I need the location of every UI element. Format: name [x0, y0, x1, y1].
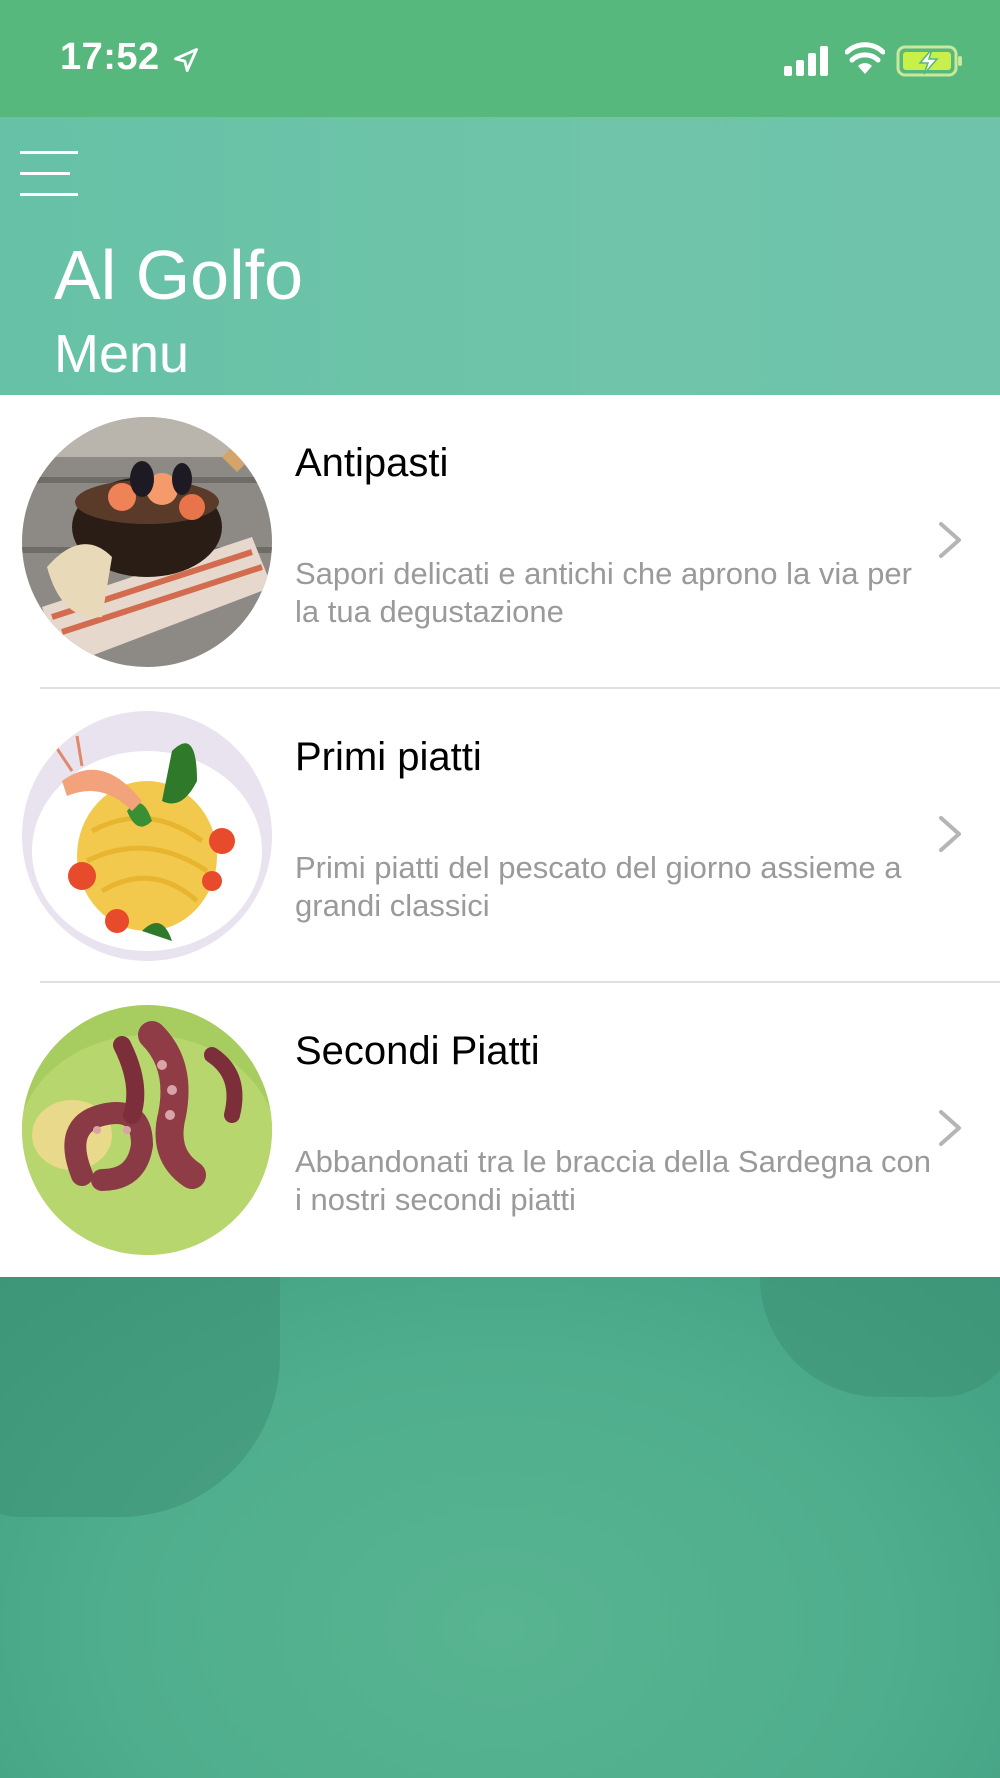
antipasti-thumbnail	[22, 417, 272, 667]
hamburger-menu-icon[interactable]	[20, 151, 80, 199]
signal-icon	[784, 46, 828, 76]
primi-piatti-thumbnail	[22, 711, 272, 961]
menu-item-title: Antipasti	[295, 441, 449, 485]
chevron-right-icon	[939, 816, 961, 852]
status-bar: 17:52	[0, 0, 1000, 117]
menu-item-secondi-piatti[interactable]: Secondi Piatti Abbandonati tra le bracci…	[0, 983, 1000, 1276]
menu-item-primi-piatti[interactable]: Primi piatti Primi piatti del pescato de…	[0, 689, 1000, 983]
battery-charging-icon	[896, 45, 962, 77]
secondi-piatti-thumbnail	[22, 1005, 272, 1255]
background-image	[0, 1277, 1000, 1778]
wifi-icon	[845, 42, 885, 74]
menu-item-description: Primi piatti del pescato del giorno assi…	[295, 850, 902, 923]
header: Al Golfo Menu	[0, 117, 1000, 395]
chevron-right-icon	[939, 522, 961, 558]
menu-item-description: Sapori delicati e antichi che aprono la …	[295, 556, 912, 629]
menu-item-antipasti[interactable]: Antipasti Sapori delicati e antichi che …	[0, 395, 1000, 689]
restaurant-name: Al Golfo	[54, 236, 303, 314]
location-arrow-icon	[174, 48, 198, 72]
chevron-right-icon	[939, 1110, 961, 1146]
menu-item-title: Primi piatti	[295, 735, 482, 779]
status-time: 17:52	[60, 36, 160, 78]
menu-category-list: Antipasti Sapori delicati e antichi che …	[0, 395, 1000, 1277]
menu-item-title: Secondi Piatti	[295, 1029, 540, 1073]
page-subtitle: Menu	[54, 324, 190, 384]
menu-item-description: Abbandonati tra le braccia della Sardegn…	[295, 1144, 931, 1217]
